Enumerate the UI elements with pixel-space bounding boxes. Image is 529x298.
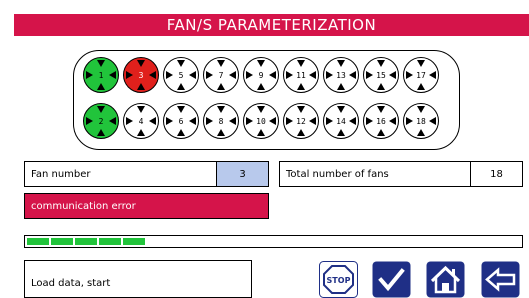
fan-row-bottom: 2 4 6 8 10 12 14 16 18 [82,102,442,140]
back-arrow-icon [481,261,520,298]
fan-number-label: 2 [98,116,104,126]
stop-button[interactable]: STOP [319,261,358,298]
fan-number-label: 14 [336,116,346,126]
fan-number-label: 12 [296,116,306,126]
home-button[interactable] [426,261,465,298]
fan-15[interactable]: 15 [362,56,400,94]
total-fans-field: Total number of fans 18 [279,161,523,187]
page-title: FAN/S PARAMETERIZATION [14,14,529,36]
fan-number-label: 3 [138,70,144,80]
fan-4[interactable]: 4 [122,102,160,140]
fan-7[interactable]: 7 [202,56,240,94]
fan-number-field: Fan number 3 [24,161,269,187]
fan-number-value[interactable]: 3 [216,162,268,186]
fan-number-label: 1 [98,70,104,80]
fan-number-label: 8 [218,116,224,126]
fan-2[interactable]: 2 [82,102,120,140]
fan-5[interactable]: 5 [162,56,200,94]
fan-17[interactable]: 17 [402,56,440,94]
fan-18[interactable]: 18 [402,102,440,140]
back-button[interactable] [481,261,520,298]
fan-number-label: 16 [376,116,386,126]
fan-number-label: 6 [178,116,184,126]
fan-14[interactable]: 14 [322,102,360,140]
home-icon [426,261,465,298]
status-text: Load data, start [24,260,252,298]
fan-13[interactable]: 13 [322,56,360,94]
progress-bar [24,235,523,248]
fan-1[interactable]: 1 [82,56,120,94]
fan-number-label: Fan number [31,168,91,180]
fan-number-label: 4 [138,116,144,126]
fan-selection-panel: 1 3 5 7 9 11 13 15 17 2 4 6 8 10 12 14 16 18 [73,50,460,150]
fan-number-label: 10 [256,116,266,126]
fan-number-label: 5 [178,70,184,80]
fan-row-top: 1 3 5 7 9 11 13 15 17 [82,56,442,94]
fan-number-label: 18 [416,116,426,126]
fan-10[interactable]: 10 [242,102,280,140]
total-fans-value[interactable]: 18 [470,162,522,186]
fan-9[interactable]: 9 [242,56,280,94]
fan-12[interactable]: 12 [282,102,320,140]
fan-6[interactable]: 6 [162,102,200,140]
checkmark-icon [372,261,411,298]
fan-number-label: 15 [376,70,386,80]
fan-16[interactable]: 16 [362,102,400,140]
confirm-button[interactable] [372,261,411,298]
fan-number-label: 11 [296,70,306,80]
progress-bar-fill [27,238,147,245]
error-message: communication error [24,193,269,219]
stop-label: STOP [327,276,351,285]
fan-3[interactable]: 3 [122,56,160,94]
fan-number-label: 17 [416,70,426,80]
fan-number-label: 9 [258,70,264,80]
stop-icon: STOP [319,261,358,298]
fan-number-label: 7 [218,70,224,80]
fan-8[interactable]: 8 [202,102,240,140]
total-fans-label: Total number of fans [286,168,389,180]
fan-number-label: 13 [336,70,346,80]
fan-11[interactable]: 11 [282,56,320,94]
